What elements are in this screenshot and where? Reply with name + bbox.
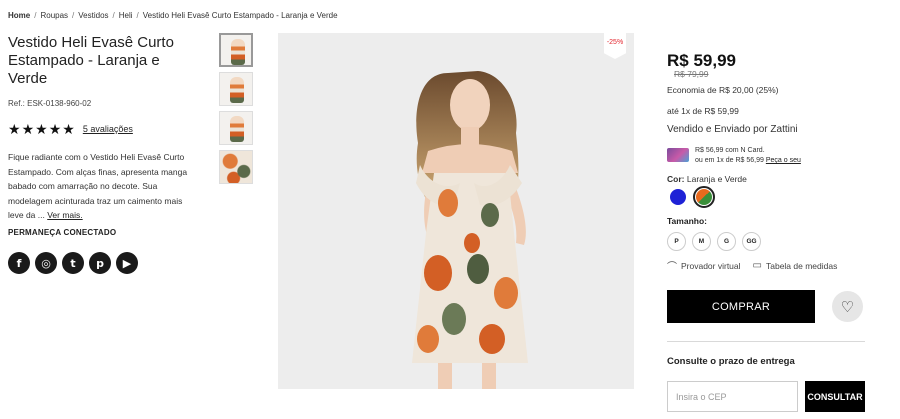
thumbnail-image bbox=[230, 116, 244, 142]
n-card-text: R$ 56,99 com N Card. ou em 1x de R$ 56,9… bbox=[695, 146, 801, 166]
thumbnail-image bbox=[230, 77, 244, 103]
savings-text: Economia de R$ 20,00 (25%) bbox=[667, 85, 779, 95]
installments-text: até 1x de R$ 59,99 bbox=[667, 106, 739, 116]
seller-text: Vendido e Enviado por Zattini bbox=[667, 124, 798, 135]
n-card-cta[interactable]: Peça o seu bbox=[766, 157, 801, 164]
breadcrumb-separator: / bbox=[34, 11, 37, 20]
breadcrumb-roupas[interactable]: Roupas bbox=[40, 11, 68, 20]
virtual-fitting-link[interactable]: Provador virtual bbox=[681, 261, 741, 271]
facebook-icon[interactable]: f bbox=[8, 252, 30, 274]
buy-button[interactable]: COMPRAR bbox=[667, 290, 815, 323]
color-label-title: Cor: bbox=[667, 174, 685, 184]
product-rating: ★ ★ ★ ★ ★ 5 avaliações bbox=[8, 122, 133, 136]
color-swatches bbox=[667, 186, 715, 208]
old-price: R$ 79,99 bbox=[674, 69, 709, 79]
favorite-button[interactable]: ♡ bbox=[832, 291, 863, 322]
breadcrumb-heli[interactable]: Heli bbox=[119, 11, 133, 20]
breadcrumb-current: Vestido Heli Evasê Curto Estampado - Lar… bbox=[142, 11, 338, 20]
thumbnail[interactable] bbox=[219, 150, 253, 184]
size-g-button[interactable]: G bbox=[717, 232, 736, 251]
thumbnail-image bbox=[231, 39, 245, 65]
star-icon: ★ bbox=[21, 121, 35, 137]
description-text: Fique radiante com o Vestido Heli Evasê … bbox=[8, 152, 188, 220]
cep-input[interactable] bbox=[667, 381, 798, 412]
color-label: Cor: Laranja e Verde bbox=[667, 174, 747, 184]
model-photo bbox=[278, 33, 634, 389]
n-card-price: R$ 56,99 com N Card. bbox=[695, 147, 765, 154]
pinterest-icon[interactable]: p bbox=[89, 252, 111, 274]
n-card-installments: ou em 1x de R$ 56,99 bbox=[695, 157, 764, 164]
breadcrumb-separator: / bbox=[72, 11, 75, 20]
breadcrumb-separator: / bbox=[112, 11, 115, 20]
see-more-link[interactable]: Ver mais. bbox=[47, 210, 82, 220]
color-swatch-orange-green[interactable] bbox=[693, 186, 715, 208]
thumbnail[interactable] bbox=[219, 111, 253, 145]
heart-icon: ♡ bbox=[840, 298, 855, 316]
breadcrumb-home[interactable]: Home bbox=[8, 11, 30, 20]
star-icon: ★ bbox=[35, 121, 48, 137]
breadcrumb-vestidos[interactable]: Vestidos bbox=[78, 11, 108, 20]
thumbnail-image bbox=[220, 151, 252, 183]
cep-submit-button[interactable]: CONSULTAR bbox=[805, 381, 865, 412]
color-value: Laranja e Verde bbox=[686, 174, 747, 184]
delivery-heading: Consulte o prazo de entrega bbox=[667, 356, 795, 367]
size-label: Tamanho: bbox=[667, 216, 707, 226]
color-dot bbox=[696, 189, 712, 205]
size-gg-button[interactable]: GG bbox=[742, 232, 761, 251]
thumbnail[interactable] bbox=[219, 72, 253, 106]
size-options: P M G GG bbox=[667, 232, 761, 251]
product-main-image[interactable]: -25% bbox=[278, 33, 634, 389]
breadcrumb-separator: / bbox=[136, 11, 139, 20]
size-p-button[interactable]: P bbox=[667, 232, 686, 251]
instagram-icon[interactable]: ◎ bbox=[35, 252, 57, 274]
ruler-icon: ▭ bbox=[752, 260, 762, 271]
breadcrumb: Home / Roupas / Vestidos / Heli / Vestido Heli E… bbox=[8, 11, 338, 20]
color-dot bbox=[670, 189, 686, 205]
thumbnail[interactable] bbox=[219, 33, 253, 67]
thumbnail-list bbox=[219, 33, 253, 184]
star-icon: ★ bbox=[48, 121, 62, 137]
youtube-icon[interactable]: ▶ bbox=[116, 252, 138, 274]
size-tools: ⌒ Provador virtual ▭ Tabela de medidas bbox=[667, 258, 837, 273]
product-description: Fique radiante com o Vestido Heli Evasê … bbox=[8, 150, 198, 223]
rating-stars: ★ ★ ★ ★ ★ bbox=[8, 122, 75, 136]
credit-card-icon bbox=[667, 148, 689, 162]
size-m-button[interactable]: M bbox=[692, 232, 711, 251]
n-card-offer: R$ 56,99 com N Card. ou em 1x de R$ 56,9… bbox=[667, 146, 801, 166]
n-card-line2: ou em 1x de R$ 56,99 Peça o seu bbox=[695, 156, 801, 166]
size-chart-link[interactable]: Tabela de medidas bbox=[766, 261, 837, 271]
product-ref: Ref.: ESK-0138-960-02 bbox=[8, 99, 92, 108]
star-icon: ★ bbox=[62, 121, 75, 137]
current-price: R$ 59,99 bbox=[667, 51, 736, 70]
star-icon: ★ bbox=[8, 121, 21, 137]
product-title: Vestido Heli Evasê Curto Estampado - Lar… bbox=[8, 34, 174, 87]
social-links: f ◎ t p ▶ bbox=[8, 252, 138, 274]
social-heading: PERMANEÇA CONECTADO bbox=[8, 228, 117, 237]
twitter-icon[interactable]: t bbox=[62, 252, 84, 274]
hanger-icon: ⌒ bbox=[667, 262, 677, 273]
color-swatch-blue[interactable] bbox=[667, 186, 689, 208]
reviews-link[interactable]: 5 avaliações bbox=[83, 124, 133, 134]
divider bbox=[667, 341, 865, 342]
